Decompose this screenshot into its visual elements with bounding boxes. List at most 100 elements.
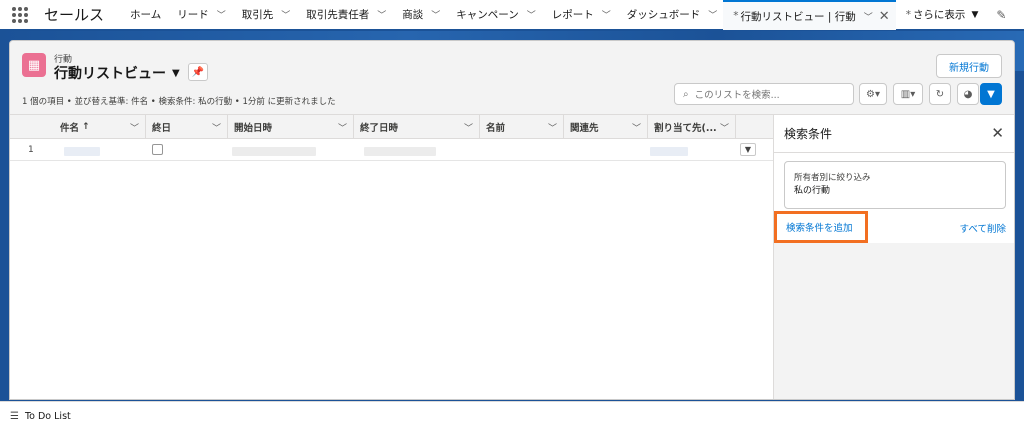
column-label: 割り当て先(...: [654, 123, 717, 134]
nav-item-label: 商談: [402, 9, 424, 21]
refresh-icon: ↻: [935, 88, 945, 100]
column-header-end[interactable]: 終了日時 ﹀: [354, 115, 480, 139]
chevron-down-icon[interactable]: ﹀: [338, 121, 347, 134]
column-header-subject[interactable]: 件名 ↑ ﹀: [54, 115, 146, 139]
app-name: セールス: [44, 6, 105, 24]
nav-item-contacts[interactable]: 取引先責任者 ﹀: [296, 0, 392, 30]
assigned-cell-redacted[interactable]: [650, 147, 688, 156]
table-row: 1 ▼: [10, 139, 773, 161]
charts-button[interactable]: ◕: [957, 83, 979, 105]
caret-down-icon[interactable]: ▼: [172, 68, 180, 79]
chevron-down-icon[interactable]: ﹀: [527, 8, 536, 21]
chevron-down-icon[interactable]: ﹀: [431, 8, 440, 21]
app-launcher-icon[interactable]: [0, 0, 40, 30]
chevron-down-icon[interactable]: ﹀: [377, 8, 386, 21]
column-header-all-day[interactable]: 終日 ﹀: [146, 115, 228, 139]
calendar-icon: ▦: [22, 53, 46, 77]
add-filter-link[interactable]: 検索条件を追加: [774, 211, 868, 243]
new-event-button[interactable]: 新規行動: [936, 54, 1002, 78]
chevron-down-icon[interactable]: ﹀: [708, 8, 717, 21]
filter-label: 所有者別に絞り込み: [794, 173, 871, 183]
subject-cell-redacted[interactable]: [64, 147, 100, 156]
display-as-button[interactable]: ▥▾: [893, 83, 923, 105]
column-label: 終日: [152, 123, 172, 134]
caret-down-icon: ▼: [744, 145, 752, 154]
column-header-name[interactable]: 名前 ﹀: [480, 115, 564, 139]
todo-list-label[interactable]: To Do List: [25, 411, 71, 422]
owner-filter-card[interactable]: 所有者別に絞り込み 私の行動: [784, 161, 1006, 209]
nav-item-dashboards[interactable]: ダッシュボード ﹀: [617, 0, 724, 30]
utility-bar: ☰ To Do List: [0, 401, 1024, 431]
chevron-down-icon[interactable]: ﹀: [548, 121, 557, 134]
list-view-header: ▦ 行動 行動リストビュー ▼ 📌 新規行動 1 個の項目 • 並び替え基準: …: [10, 41, 1014, 115]
unsaved-marker: *: [905, 8, 911, 21]
nav-item-accounts[interactable]: 取引先 ﹀: [232, 0, 297, 30]
chevron-down-icon[interactable]: ﹀: [217, 8, 226, 21]
nav-item-opportunities[interactable]: 商談 ﹀: [392, 0, 446, 30]
nav-item-leads[interactable]: リード ﹀: [167, 0, 232, 30]
column-label: 開始日時: [234, 123, 273, 134]
close-icon[interactable]: ✕: [879, 9, 890, 24]
nav-item-label: リード: [177, 9, 209, 21]
nav-item-reports[interactable]: レポート ﹀: [542, 0, 617, 30]
chevron-down-icon[interactable]: ﹀: [632, 121, 641, 134]
search-placeholder: このリストを検索...: [694, 90, 780, 101]
unsaved-marker: *: [733, 10, 739, 22]
table-icon: ▥▾: [900, 88, 916, 100]
filter-panel-body: 所有者別に絞り込み 私の行動 検索条件を追加 すべて削除: [774, 153, 1014, 243]
todo-list-icon: ☰: [10, 411, 19, 422]
tab-label: 行動リストビュー | 行動: [740, 10, 856, 23]
gear-icon: ⚙▾: [866, 88, 880, 100]
filter-panel-header: 検索条件 ✕: [774, 115, 1014, 153]
global-nav: セールス ホーム リード ﹀ 取引先 ﹀ 取引先責任者 ﹀ 商談 ﹀ キャンペーン ﹀ レ…: [0, 0, 1024, 31]
nav-item-label: キャンペーン: [456, 9, 519, 21]
nav-item-home[interactable]: ホーム: [120, 0, 167, 30]
nav-item-label: 取引先責任者: [306, 9, 370, 21]
tab-event-list-view[interactable]: * 行動リストビュー | 行動 ﹀ ✕: [723, 0, 896, 30]
filters-button[interactable]: ▼: [980, 83, 1002, 105]
chevron-down-icon[interactable]: ﹀: [602, 8, 611, 21]
nav-item-label: ダッシュボード: [626, 9, 701, 21]
chevron-down-icon[interactable]: ﹀: [864, 10, 873, 23]
sort-ascending-icon: ↑: [82, 122, 90, 132]
column-header-related[interactable]: 関連先 ﹀: [564, 115, 648, 139]
nav-item-label: レポート: [551, 9, 594, 21]
search-icon: ⌕: [683, 88, 689, 100]
column-header-start[interactable]: 開始日時 ﹀: [228, 115, 354, 139]
nav-item-campaigns[interactable]: キャンペーン ﹀: [446, 0, 542, 30]
chevron-down-icon[interactable]: ﹀: [464, 121, 473, 134]
caret-down-icon: ▼: [971, 9, 979, 20]
filter-icon: ▼: [987, 88, 995, 100]
pin-icon: 📌: [191, 66, 205, 78]
chevron-down-icon[interactable]: ﹀: [130, 121, 139, 134]
end-cell-redacted: [364, 147, 436, 156]
chevron-down-icon[interactable]: ﹀: [281, 8, 290, 21]
chevron-down-icon[interactable]: ﹀: [212, 121, 221, 134]
pie-chart-icon: ◕: [963, 88, 973, 100]
filter-panel: 検索条件 ✕ 所有者別に絞り込み 私の行動 検索条件を追加 すべて削除: [773, 115, 1014, 399]
pin-list-button[interactable]: 📌: [188, 63, 208, 81]
all-day-checkbox: [152, 144, 163, 155]
column-label: 名前: [486, 123, 506, 134]
row-actions-button[interactable]: ▼: [740, 143, 756, 156]
filter-panel-title: 検索条件: [784, 127, 833, 141]
nav-more-label: さらに表示: [912, 9, 966, 21]
column-header-assigned[interactable]: 割り当て先(... ﹀: [648, 115, 736, 139]
refresh-button[interactable]: ↻: [929, 83, 951, 105]
nav-item-label: 取引先: [241, 9, 274, 21]
nav-item-label: ホーム: [130, 9, 162, 21]
close-icon[interactable]: ✕: [991, 124, 1004, 142]
edit-nav-icon[interactable]: ✎: [996, 8, 1006, 22]
chevron-down-icon[interactable]: ﹀: [720, 121, 729, 134]
list-meta-text: 1 個の項目 • 並び替え基準: 件名 • 検索条件: 私の行動 • 1分前 に…: [22, 97, 336, 107]
list-view-selector[interactable]: 行動リストビュー ▼: [54, 63, 180, 83]
list-settings-button[interactable]: ⚙▾: [859, 83, 887, 105]
column-label: 関連先: [570, 123, 599, 134]
nav-more[interactable]: * さらに表示 ▼: [896, 0, 985, 30]
row-number: 1: [28, 145, 34, 155]
list-search-input[interactable]: ⌕ このリストを検索...: [674, 83, 854, 105]
remove-all-link[interactable]: すべて削除: [960, 221, 1006, 235]
filter-value: 私の行動: [794, 186, 831, 196]
table-header: 件名 ↑ ﹀ 終日 ﹀ 開始日時 ﹀ 終了日時 ﹀ 名前 ﹀ 関連先 ﹀ 割り当…: [10, 115, 773, 139]
column-label: 件名: [60, 123, 80, 134]
